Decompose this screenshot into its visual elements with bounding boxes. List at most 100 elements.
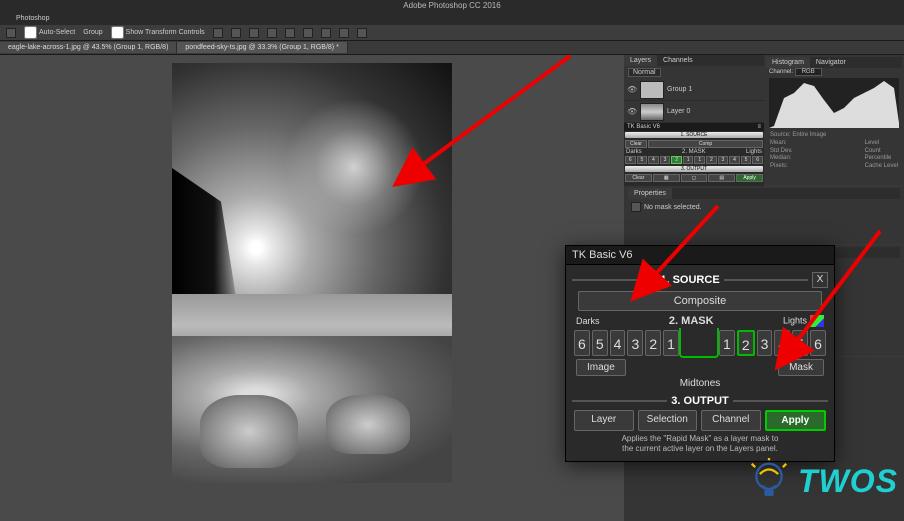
layer-name[interactable]: Layer 0 [667, 108, 690, 115]
tk-dark-5[interactable]: 5 [592, 330, 608, 356]
app-title: Adobe Photoshop CC 2016 [0, 0, 904, 11]
layer-row[interactable]: 👁 Group 1 [624, 79, 764, 101]
tk-selection-button[interactable]: Selection [638, 410, 698, 431]
distribute-icon[interactable] [321, 28, 331, 38]
tk-dark-4[interactable]: 4 [610, 330, 626, 356]
align-left-icon[interactable] [213, 28, 223, 38]
tk-mini-num[interactable]: 6 [752, 156, 763, 164]
tk-mini-clear-btn[interactable]: Clear [625, 174, 652, 182]
app-menu[interactable]: Photoshop [16, 15, 49, 22]
tk-dark-6[interactable]: 6 [574, 330, 590, 356]
align-right-icon[interactable] [249, 28, 259, 38]
tk-mini-title: TK Basic V6 [627, 124, 660, 130]
annotation-arrow [638, 200, 728, 295]
tk-mini-lights: Lights [746, 149, 762, 155]
hist-mean: Mean: [770, 140, 793, 148]
tk-mini-num[interactable]: 5 [741, 156, 752, 164]
auto-select-target[interactable]: Group [83, 29, 102, 36]
tk-tooltip-line-1: Applies the "Rapid Mask" as a layer mask… [578, 434, 822, 444]
hist-channel-label: Channel: [769, 69, 793, 75]
tk-mini-num[interactable]: 5 [637, 156, 648, 164]
watermark: TWOS [746, 458, 898, 504]
properties-tab[interactable]: Properties [628, 188, 672, 199]
tk-channel-button[interactable]: Channel [701, 410, 761, 431]
watermark-text: TWOS [798, 463, 898, 500]
hist-count: Count [865, 148, 898, 156]
align-middle-icon[interactable] [285, 28, 295, 38]
auto-select-label: Auto-Select [39, 29, 75, 36]
tk-mini-num[interactable]: 6 [625, 156, 636, 164]
tk-mini-num[interactable]: 2 [671, 156, 682, 164]
layer-row[interactable]: 👁 Layer 0 [624, 101, 764, 123]
layers-panel: Layers Channels Normal 👁 Group 1 👁 Layer… [624, 55, 764, 185]
channels-tab[interactable]: Channels [657, 55, 699, 66]
histogram-graph [769, 78, 899, 128]
options-bar: Auto-Select Group Show Transform Control… [0, 25, 904, 41]
auto-select-checkbox[interactable] [24, 26, 37, 39]
hist-channel-value[interactable]: RGB [795, 68, 822, 76]
tk-mini-num-row: 6 5 4 3 2 1 1 2 3 4 5 6 [624, 155, 764, 165]
align-top-icon[interactable] [267, 28, 277, 38]
move-tool-icon[interactable] [6, 28, 16, 38]
tk-mini-layer-icon[interactable]: ▦ [653, 174, 680, 182]
align-bottom-icon[interactable] [303, 28, 313, 38]
tk-mini-clear[interactable]: Clear [625, 140, 647, 148]
tk-mask-header: 2. MASK [669, 315, 714, 327]
tk-mini-source-label: 1. SOURCE [625, 132, 763, 138]
tk-light-3[interactable]: 3 [757, 330, 773, 356]
document-tab[interactable]: pondfeed-sky-ts.jpg @ 33.3% (Group 1, RG… [177, 42, 347, 53]
hist-percentile: Percentile [865, 155, 898, 163]
tk-mini-apply[interactable]: Apply [736, 174, 763, 182]
document-tab[interactable]: eagle-lake-across-1.jpg @ 43.5% (Group 1… [0, 42, 177, 53]
tk-mini-num[interactable]: 4 [648, 156, 659, 164]
tk-dark-1[interactable]: 1 [663, 330, 679, 356]
hist-cache: Cache Level [865, 163, 898, 171]
visibility-eye-icon[interactable]: 👁 [627, 85, 637, 95]
tk-mini-output-label: 3. OUTPUT [625, 166, 763, 172]
lightbulb-icon [746, 458, 792, 504]
hist-source-value[interactable]: Entire Image [792, 132, 826, 138]
show-transform-label: Show Transform Controls [126, 29, 205, 36]
tk-mini-selection-icon[interactable]: ◻ [681, 174, 708, 182]
distribute-icon-2[interactable] [339, 28, 349, 38]
show-transform-checkbox[interactable] [111, 26, 124, 39]
mode-icon[interactable] [357, 28, 367, 38]
tk-mini-num[interactable]: 1 [683, 156, 694, 164]
layer-thumbnail[interactable] [640, 81, 664, 99]
blend-mode-dropdown[interactable]: Normal [628, 68, 661, 77]
tk-dark-2[interactable]: 2 [645, 330, 661, 356]
tk-mini-num[interactable]: 2 [706, 156, 717, 164]
tk-darks-label: Darks [576, 316, 600, 326]
tk-mini-darks: Darks [626, 149, 642, 155]
tk-mini-num[interactable]: 1 [694, 156, 705, 164]
tk-light-2[interactable]: 2 [737, 330, 755, 356]
layers-tab[interactable]: Layers [624, 55, 657, 66]
tk-output-header: 3. OUTPUT [671, 395, 728, 407]
hist-level: Level [865, 140, 898, 148]
tk-mini-num[interactable]: 3 [718, 156, 729, 164]
tk-midtones-label: Midtones [572, 378, 828, 389]
tk-apply-button[interactable]: Apply [765, 410, 827, 431]
tk-mini-channel-icon[interactable]: ▤ [708, 174, 735, 182]
hist-std: Std Dev. [770, 148, 793, 156]
histogram-tab[interactable]: Histogram [766, 57, 810, 68]
tk-image-button[interactable]: Image [576, 359, 626, 376]
tk-mini-mask-label: 2. MASK [682, 149, 706, 155]
tk-mini-comp[interactable]: Comp [648, 140, 763, 148]
tk-mask-button[interactable]: Mask [778, 359, 824, 376]
layer-thumbnail[interactable] [640, 103, 664, 121]
tk-layer-button[interactable]: Layer [574, 410, 634, 431]
annotation-arrow [780, 225, 890, 360]
tk-mini-menu-icon[interactable]: ≡ [757, 124, 761, 130]
hist-pixels: Pixels: [770, 163, 793, 171]
tk-light-1[interactable]: 1 [719, 330, 735, 356]
navigator-tab[interactable]: Navigator [810, 57, 852, 68]
tk-mini-num[interactable]: 3 [660, 156, 671, 164]
tk-dark-3[interactable]: 3 [627, 330, 643, 356]
annotation-arrow [400, 50, 580, 185]
tk-tooltip-line-2: the current active layer on the Layers p… [578, 444, 822, 454]
align-center-icon[interactable] [231, 28, 241, 38]
tk-mini-num[interactable]: 4 [729, 156, 740, 164]
visibility-eye-icon[interactable]: 👁 [627, 107, 637, 117]
layer-name[interactable]: Group 1 [667, 86, 692, 93]
